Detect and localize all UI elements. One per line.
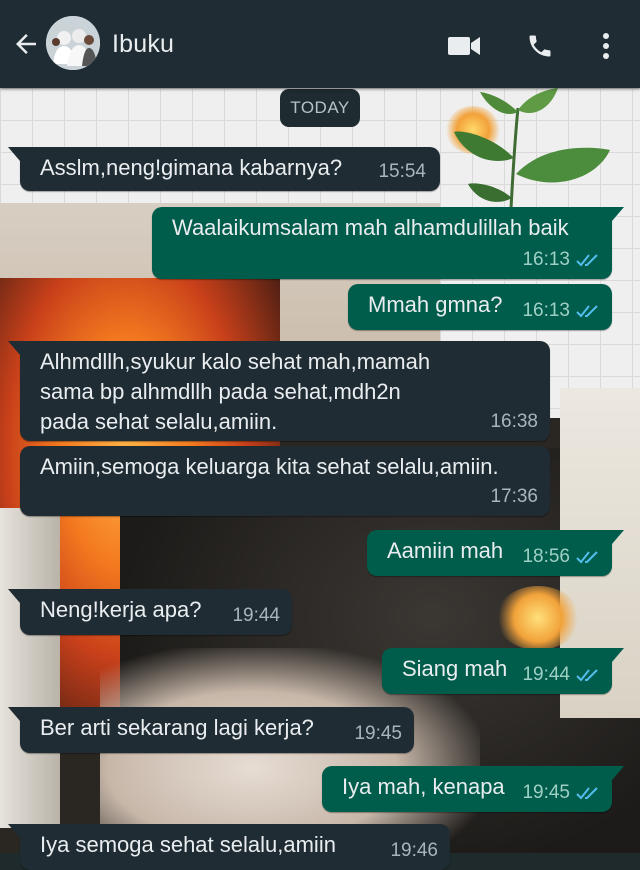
message-text: Iya mah, kenapa xyxy=(342,774,505,799)
message-time: 16:13 xyxy=(522,249,600,271)
wallpaper-film-strip xyxy=(0,508,60,828)
message-incoming[interactable]: Ber arti sekarang lagi kerja? 19:45 xyxy=(8,707,414,753)
message-text: Asslm,neng!gimana kabarnya? xyxy=(40,155,343,180)
message-text: Waalaikumsalam mah alhamdulillah baik xyxy=(172,215,569,240)
message-text: Ber arti sekarang lagi kerja? xyxy=(40,715,314,740)
message-outgoing[interactable]: Iya mah, kenapa 19:45 xyxy=(322,766,624,812)
read-receipt-icon xyxy=(576,254,598,267)
message-text: Mmah gmna? xyxy=(368,292,503,317)
message-time: 19:45 xyxy=(522,782,600,804)
message-outgoing[interactable]: Siang mah 19:44 xyxy=(382,648,624,694)
message-time: 19:44 xyxy=(522,664,600,686)
message-text: Amiin,semoga keluarga kita sehat selalu,… xyxy=(40,454,499,479)
contact-avatar[interactable] xyxy=(46,16,100,70)
back-arrow-icon[interactable] xyxy=(8,26,44,62)
message-time: 16:38 xyxy=(490,411,538,432)
message-incoming[interactable]: Asslm,neng!gimana kabarnya? 15:54 xyxy=(8,147,440,191)
chat-header: Ibuku xyxy=(0,0,640,88)
message-outgoing[interactable]: Aamiin mah 18:56 xyxy=(367,530,624,576)
message-time: 19:45 xyxy=(354,723,402,744)
date-chip: TODAY xyxy=(280,89,360,127)
read-receipt-icon xyxy=(576,787,598,800)
message-time: 17:36 xyxy=(490,486,538,507)
message-time: 15:54 xyxy=(378,161,426,182)
message-text: Alhmdllh,syukur kalo sehat mah,mamah sam… xyxy=(40,349,431,434)
video-call-icon[interactable] xyxy=(444,26,484,66)
voice-call-icon[interactable] xyxy=(520,26,560,66)
more-options-icon[interactable] xyxy=(586,26,626,66)
message-incoming[interactable]: Alhmdllh,syukur kalo sehat mah,mamah sam… xyxy=(8,341,550,441)
message-incoming[interactable]: Neng!kerja apa? 19:44 xyxy=(8,589,292,635)
message-text: Neng!kerja apa? xyxy=(40,597,202,622)
read-receipt-icon xyxy=(576,669,598,682)
read-receipt-icon xyxy=(576,305,598,318)
message-incoming[interactable]: Amiin,semoga keluarga kita sehat selalu,… xyxy=(20,446,550,516)
message-outgoing[interactable]: Mmah gmna? 16:13 xyxy=(348,284,612,330)
message-outgoing[interactable]: Waalaikumsalam mah alhamdulillah baik 16… xyxy=(152,207,624,279)
wallpaper-light-orb xyxy=(496,586,580,650)
message-time: 19:44 xyxy=(232,605,280,626)
message-text: Siang mah xyxy=(402,656,508,681)
read-receipt-icon xyxy=(576,551,598,564)
message-time: 16:13 xyxy=(522,300,600,322)
message-time: 19:46 xyxy=(390,840,438,861)
message-time: 18:56 xyxy=(522,546,600,568)
message-incoming[interactable]: Iya semoga sehat selalu,amiin 19:46 xyxy=(8,824,450,870)
message-text: Iya semoga sehat selalu,amiin xyxy=(40,832,336,857)
message-text: Aamiin mah xyxy=(387,538,504,563)
contact-name[interactable]: Ibuku xyxy=(112,30,174,59)
